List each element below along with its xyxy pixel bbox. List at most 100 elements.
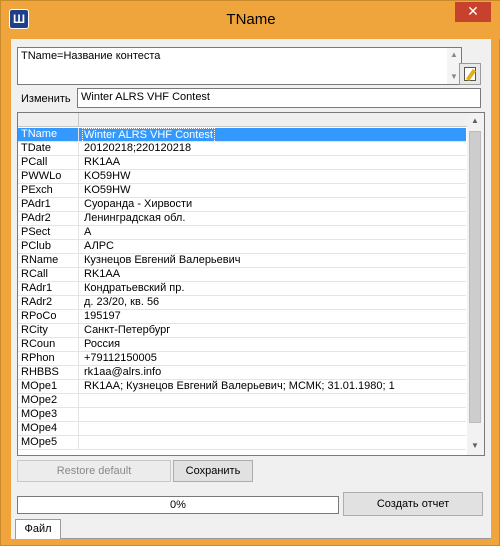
grid-cell-divider — [78, 324, 79, 338]
grid-row[interactable]: PWWLo KO59HW — [18, 170, 466, 184]
scroll-up-icon[interactable]: ▲ — [450, 50, 458, 59]
grid-row-value[interactable]: RK1AA — [84, 268, 120, 281]
save-button[interactable]: Сохранить — [173, 460, 253, 482]
grid-column-divider[interactable] — [78, 113, 79, 127]
grid-row-key: PClub — [21, 240, 51, 252]
grid-row-key: PExch — [21, 184, 53, 196]
app-window: Ш TName ✕ TName=Название контеста ▲ ▼ Из… — [0, 0, 500, 546]
grid-row-value[interactable]: A — [84, 226, 91, 239]
grid-row-value[interactable]: RK1AA; Кузнецов Евгений Валерьевич; МСМК… — [84, 380, 395, 393]
grid-row[interactable]: MOpe2 — [18, 394, 466, 408]
grid-cell-divider — [78, 254, 79, 268]
grid-row-value[interactable]: +79112150005 — [84, 352, 157, 365]
grid-row-key: RCity — [21, 324, 48, 336]
grid-row-key: MOpe3 — [21, 408, 58, 420]
grid-row-key: MOpe4 — [21, 422, 58, 434]
grid-row-value[interactable]: Кузнецов Евгений Валерьевич — [84, 254, 241, 267]
grid-row[interactable]: RCoun Россия — [18, 338, 466, 352]
grid-row-key: RCall — [21, 268, 48, 280]
close-icon: ✕ — [467, 3, 479, 19]
grid-row[interactable]: TName Winter ALRS VHF Contest — [18, 128, 466, 143]
grid-row-key: PWWLo — [21, 170, 62, 182]
grid-row[interactable]: PCall RK1AA — [18, 156, 466, 170]
grid-row[interactable]: MOpe3 — [18, 408, 466, 422]
grid-cell-divider — [78, 436, 79, 450]
grid-cell-divider — [78, 394, 79, 408]
edit-notes-button[interactable] — [459, 63, 481, 85]
grid-row-value[interactable]: RK1AA — [84, 156, 120, 169]
restore-default-button[interactable]: Restore default — [17, 460, 171, 482]
grid-row-key: PAdr1 — [21, 198, 51, 210]
grid-cell-divider — [78, 142, 79, 156]
title-bar[interactable]: Ш TName ✕ — [1, 1, 500, 39]
grid-row-value[interactable]: Суоранда - Хирвости — [84, 198, 192, 211]
grid-row[interactable]: PAdr1 Суоранда - Хирвости — [18, 198, 466, 212]
grid-cell-divider — [78, 380, 79, 394]
grid-row[interactable]: RPhon +79112150005 — [18, 352, 466, 366]
window-title: TName — [226, 11, 276, 28]
grid-cell-divider — [78, 128, 79, 142]
grid-cell-divider — [78, 422, 79, 436]
grid-row-value[interactable]: 195197 — [84, 310, 121, 323]
grid-row[interactable]: MOpe5 — [18, 436, 466, 450]
grid-cell-divider — [78, 226, 79, 240]
tab-strip-line — [61, 538, 491, 539]
scroll-up-icon[interactable]: ▲ — [471, 116, 479, 125]
grid-row[interactable]: RPoCo 195197 — [18, 310, 466, 324]
grid-row[interactable]: MOpe4 — [18, 422, 466, 436]
grid-cell-divider — [78, 184, 79, 198]
create-report-button[interactable]: Создать отчет — [343, 492, 483, 516]
grid-row[interactable]: RAdr1 Кондратьевский пр. — [18, 282, 466, 296]
scroll-down-icon[interactable]: ▼ — [450, 72, 458, 81]
grid-row[interactable]: RCall RK1AA — [18, 268, 466, 282]
grid-row[interactable]: MOpe1 RK1AA; Кузнецов Евгений Валерьевич;… — [18, 380, 466, 394]
grid-row-value[interactable]: Россия — [84, 338, 120, 351]
grid-row-value[interactable]: rk1aa@alrs.info — [84, 366, 161, 379]
grid-row-value[interactable]: Ленинградская обл. — [84, 212, 185, 225]
grid-row-key: RAdr1 — [21, 282, 53, 294]
grid-row-key: TName — [21, 128, 58, 140]
grid-rows: TName Winter ALRS VHF Contest TDate 2012021… — [18, 128, 466, 450]
close-button[interactable]: ✕ — [455, 2, 491, 22]
grid-cell-divider — [78, 212, 79, 226]
grid-cell-divider — [78, 352, 79, 366]
grid-row-key: TDate — [21, 142, 51, 154]
grid-row[interactable]: RAdr2 д. 23/20, кв. 56 — [18, 296, 466, 310]
grid-row[interactable]: TDate 20120218;220120218 — [18, 142, 466, 156]
grid-row[interactable]: RCity Санкт-Петербург — [18, 324, 466, 338]
grid-row-value[interactable]: KO59HW — [84, 170, 130, 183]
grid-row-value[interactable]: АЛРС — [84, 240, 114, 253]
grid-row-value[interactable]: Кондратьевский пр. — [84, 282, 184, 295]
grid-row-value[interactable]: 20120218;220120218 — [84, 142, 191, 155]
grid-row-value[interactable]: Санкт-Петербург — [84, 324, 170, 337]
grid-row-key: PSect — [21, 226, 51, 238]
scrollbar-thumb[interactable] — [469, 131, 481, 423]
grid-row[interactable]: PClub АЛРС — [18, 240, 466, 254]
grid-row[interactable]: RHBBS rk1aa@alrs.info — [18, 366, 466, 380]
grid-row[interactable]: PAdr2 Ленинградская обл. — [18, 212, 466, 226]
grid-row[interactable]: PExch KO59HW — [18, 184, 466, 198]
grid-row-key: MOpe1 — [21, 380, 58, 392]
grid-row-key: RAdr2 — [21, 296, 53, 308]
grid-header — [18, 113, 484, 127]
grid-row-key: RCoun — [21, 338, 56, 350]
progress-bar: 0% — [17, 496, 339, 514]
grid-cell-divider — [78, 296, 79, 310]
memo-text: TName=Название контеста — [21, 50, 161, 62]
grid-row-value[interactable]: Winter ALRS VHF Contest — [82, 128, 215, 143]
grid-cell-divider — [78, 156, 79, 170]
grid-row-key: RName — [21, 254, 59, 266]
change-value-input[interactable]: Winter ALRS VHF Contest — [77, 88, 481, 108]
description-memo[interactable]: TName=Название контеста ▲ ▼ — [17, 47, 462, 85]
grid-row-value[interactable]: д. 23/20, кв. 56 — [84, 296, 159, 309]
grid-row-key: RPoCo — [21, 310, 57, 322]
grid-row[interactable]: RName Кузнецов Евгений Валерьевич — [18, 254, 466, 268]
grid-row-key: RHBBS — [21, 366, 59, 378]
tab-file[interactable]: Файл — [15, 519, 61, 539]
grid-scrollbar[interactable]: ▲ ▼ — [467, 113, 484, 455]
grid-cell-divider — [78, 408, 79, 422]
scroll-down-icon[interactable]: ▼ — [471, 441, 479, 450]
properties-grid[interactable]: TName Winter ALRS VHF Contest TDate 2012021… — [17, 112, 485, 456]
grid-row[interactable]: PSect A — [18, 226, 466, 240]
grid-row-value[interactable]: KO59HW — [84, 184, 130, 197]
